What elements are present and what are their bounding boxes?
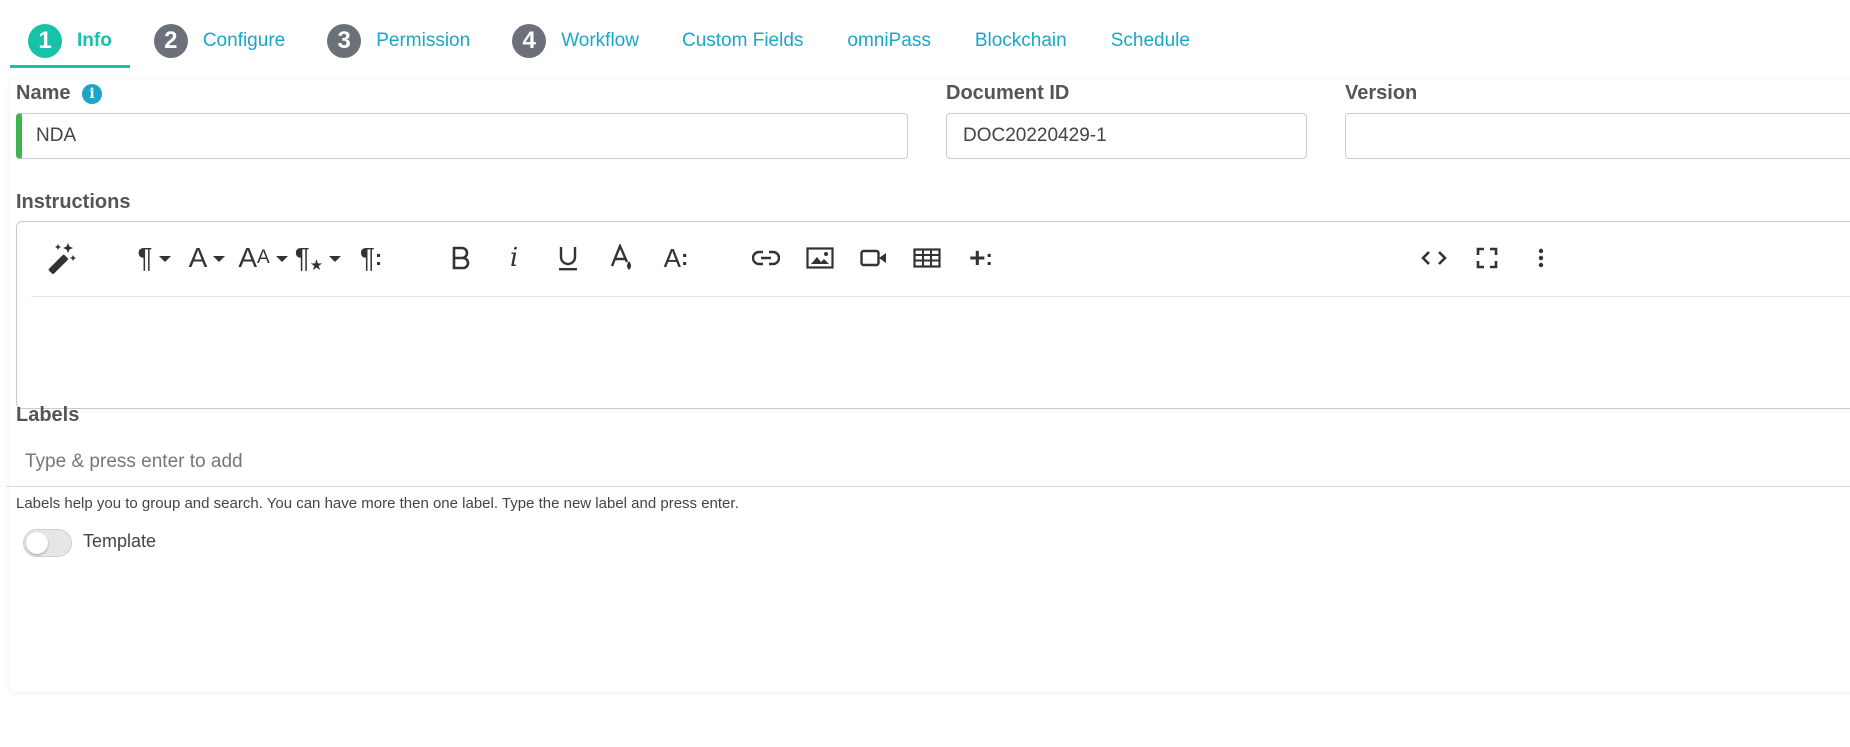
image-icon[interactable]	[802, 236, 838, 280]
tab-omnipass[interactable]: omniPass	[828, 14, 949, 68]
tab-custom-fields[interactable]: Custom Fields	[663, 14, 822, 68]
document-id-label: Document ID	[946, 82, 1070, 104]
link-icon[interactable]	[748, 236, 784, 280]
tab-label: Permission	[376, 30, 471, 51]
template-toggle[interactable]	[23, 529, 72, 557]
name-input[interactable]: NDA	[16, 113, 908, 159]
font-size-icon[interactable]: AA	[237, 236, 289, 280]
tab-label: Info	[77, 30, 112, 51]
step-number-2: 2	[153, 24, 188, 58]
fullscreen-icon[interactable]	[1469, 236, 1505, 280]
tab-info[interactable]: 1 Info	[10, 14, 130, 68]
tab-blockchain[interactable]: Blockchain	[956, 14, 1086, 68]
name-label-text: Name	[16, 82, 71, 104]
table-icon[interactable]	[909, 236, 945, 280]
tab-permission[interactable]: 3 Permission	[309, 14, 488, 68]
labels-label: Labels	[16, 404, 80, 426]
step-number-3: 3	[327, 24, 362, 58]
name-label: Name i	[16, 82, 103, 105]
step-number-1: 1	[28, 24, 62, 58]
insert-more-icon[interactable]: +:	[963, 236, 999, 280]
video-icon[interactable]	[856, 236, 892, 280]
editor-toolbar: ¶ A AA ¶ ★ ¶: i A: +:	[31, 222, 1850, 297]
tab-label: Custom Fields	[681, 30, 804, 51]
tab-workflow[interactable]: 4 Workflow	[494, 14, 657, 68]
instructions-label: Instructions	[16, 191, 131, 213]
version-input[interactable]	[1345, 113, 1850, 159]
code-view-icon[interactable]	[1416, 236, 1452, 280]
italic-icon[interactable]: i	[496, 236, 532, 280]
bold-icon[interactable]	[443, 236, 479, 280]
step-number-4: 4	[512, 24, 547, 58]
tab-label: Schedule	[1110, 30, 1190, 51]
template-label: Template	[83, 531, 157, 551]
text-color-icon[interactable]	[604, 236, 640, 280]
magic-wand-icon[interactable]	[41, 236, 81, 280]
document-id-input[interactable]: DOC20220429-1	[946, 113, 1307, 159]
info-icon[interactable]: i	[82, 83, 103, 104]
version-label: Version	[1345, 82, 1418, 104]
paragraph-style-icon[interactable]: ¶ ★	[293, 236, 343, 280]
wizard-tabs: 1 Info 2 Configure 3 Permission 4 Workfl…	[10, 14, 1215, 68]
tab-label: omniPass	[847, 30, 931, 51]
paragraph-format-icon[interactable]: ¶	[131, 236, 177, 280]
instructions-editor[interactable]: ¶ A AA ¶ ★ ¶: i A: +:	[16, 221, 1850, 409]
more-paragraph-icon[interactable]: ¶:	[351, 236, 391, 280]
tab-configure[interactable]: 2 Configure	[136, 14, 303, 68]
editor-content-area[interactable]	[17, 297, 1850, 408]
tab-label: Workflow	[561, 30, 639, 51]
more-text-icon[interactable]: A:	[658, 236, 694, 280]
info-form-card: Name i NDA Document ID DOC20220429-1 Ver…	[10, 80, 1850, 692]
tab-label: Configure	[202, 30, 286, 51]
labels-helper-text: Labels help you to group and search. You…	[16, 495, 739, 512]
underline-icon[interactable]	[550, 236, 586, 280]
toggle-knob	[26, 532, 48, 554]
labels-input[interactable]: Type & press enter to add	[6, 437, 1850, 487]
tab-label: Blockchain	[974, 30, 1067, 51]
more-options-icon[interactable]	[1523, 236, 1559, 280]
font-family-icon[interactable]: A	[184, 236, 230, 280]
tab-schedule[interactable]: Schedule	[1092, 14, 1209, 68]
